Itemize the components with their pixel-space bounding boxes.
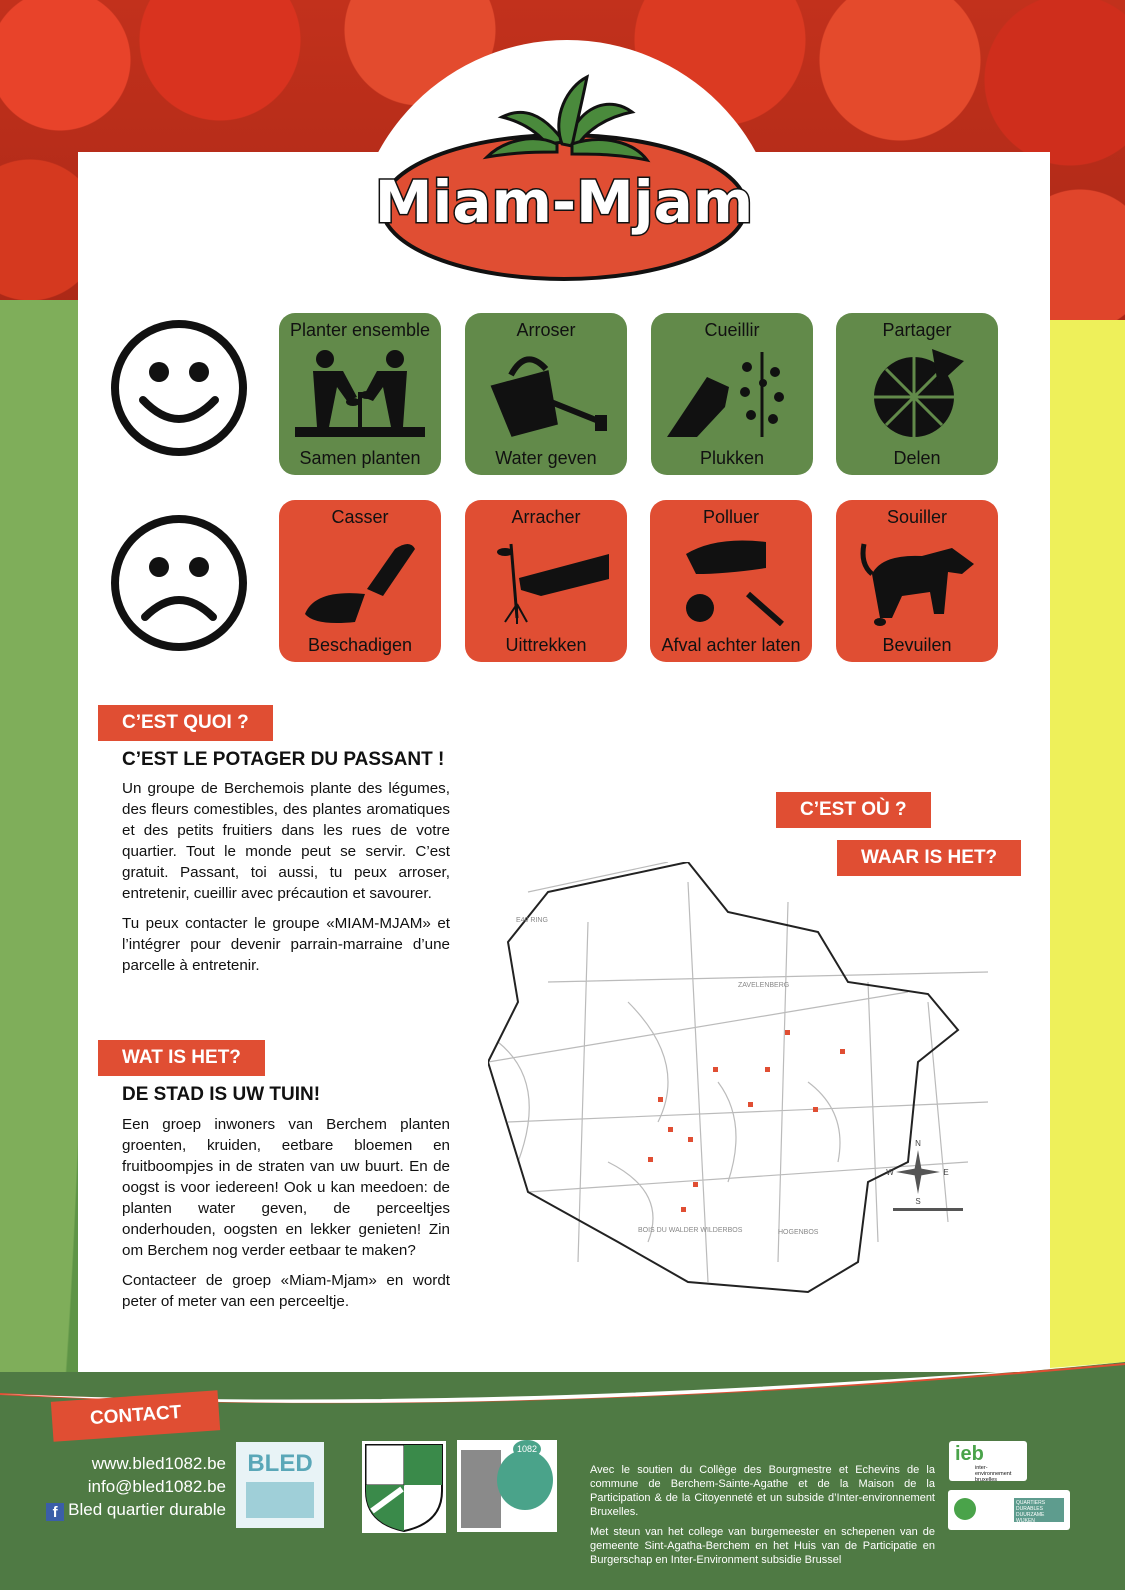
tile-partager: Partager Delen: [836, 313, 998, 475]
neighbourhood-map: E40 RING ZAVELENBERG BOIS DU WALDER WILD…: [486, 860, 1025, 1300]
tile-label-nl: Afval achter laten: [661, 635, 801, 655]
pizza-icon: [852, 347, 982, 439]
tile-label-nl: Water geven: [495, 448, 597, 468]
title-nl: DE STAD IS UW TUIN!: [122, 1084, 321, 1105]
paragraph: Contacteer de groep «Miam-Mjam» en wordt…: [122, 1272, 450, 1310]
title-fr: C’EST LE POTAGER DU PASSANT !: [122, 749, 445, 770]
map-label-zavelenberg: ZAVELENBERG: [738, 982, 789, 989]
littering-icon: [666, 534, 796, 627]
dog-fouling-icon: [852, 534, 982, 626]
facebook-label: Bled quartier durable: [68, 1500, 226, 1519]
compass-s: S: [915, 1197, 920, 1206]
tile-label-fr: Cueillir: [704, 320, 760, 340]
paragraph: Een groep inwoners van Berchem planten g…: [122, 1116, 450, 1259]
tile-label-nl: Bevuilen: [882, 635, 952, 655]
ieb-logo: ieb inter-environnement bruxelles: [949, 1441, 1027, 1483]
uprooting-icon: [481, 534, 611, 626]
tile-label-fr: Planter ensemble: [289, 320, 431, 340]
ieb-logo-sub: inter-environnement bruxelles: [975, 1465, 1012, 1483]
tag-cest-quoi: C’EST QUOI ?: [98, 705, 273, 741]
text-fr: Un groupe de Berchemois plante des légum…: [122, 778, 450, 985]
tag-cest-ou: C’EST OÙ ?: [776, 792, 931, 828]
map-label-bois: BOIS DU WALDER WILDERBOS: [638, 1227, 743, 1234]
map-label-hogenbos: HOGENBOS: [778, 1229, 819, 1236]
email-link[interactable]: info@bled1082.be: [30, 1475, 226, 1498]
quartiers-durables-logo: QUARTIERS DURABLES DUURZAME WIJKEN: [948, 1490, 1070, 1530]
tile-planter-ensemble: Planter ensemble Samen planten: [279, 313, 441, 475]
facebook-link[interactable]: f Bled quartier durable: [30, 1498, 226, 1521]
compass-w: W: [886, 1168, 894, 1177]
zucchini-photo-left: [0, 300, 80, 1400]
map-label-e40: E40 RING: [516, 917, 548, 924]
tile-label-fr: Arroser: [516, 320, 576, 340]
bled-logo: BLED: [236, 1442, 324, 1528]
sponsor-fr: Avec le soutien du Collège des Bourgmest…: [590, 1464, 935, 1518]
tile-label-nl: Plukken: [699, 448, 765, 468]
sad-face-icon: [109, 513, 249, 653]
tile-arroser: Arroser Water geven: [465, 313, 627, 475]
ieb-logo-text: ieb: [955, 1443, 984, 1465]
tile-label-fr: Casser: [331, 507, 389, 527]
compass-icon: N S E W: [886, 1139, 948, 1206]
tile-label-nl: Uittrekken: [505, 635, 587, 655]
miam-mjam-logo: Miam-Mjam: [372, 72, 757, 282]
paragraph: Tu peux contacter le groupe «MIAM-MJAM» …: [122, 915, 450, 974]
facebook-icon: f: [46, 1503, 65, 1521]
compass-n: N: [915, 1139, 921, 1148]
paragraph: Un groupe de Berchemois plante des légum…: [122, 780, 450, 902]
quartiers-label: QUARTIERS DURABLES DUURZAME WIJKEN: [1014, 1498, 1064, 1524]
tag-wat-is-het: WAT IS HET?: [98, 1040, 265, 1076]
tile-label-fr: Polluer: [702, 507, 760, 527]
tile-cueillir: Cueillir Plukken: [651, 313, 813, 475]
tile-label-fr: Arracher: [511, 507, 581, 527]
logo-text: Miam-Mjam: [375, 168, 753, 236]
contact-info: www.bled1082.be info@bled1082.be f Bled q…: [30, 1452, 226, 1521]
tile-label-fr: Souiller: [886, 507, 948, 527]
planting-icon: [295, 347, 425, 439]
website-link[interactable]: www.bled1082.be: [30, 1452, 226, 1475]
picking-icon: [667, 347, 797, 439]
tile-label-fr: Partager: [882, 320, 952, 340]
maison-badge: 1082: [513, 1440, 541, 1458]
broken-zucchini-icon: [295, 534, 425, 626]
tile-polluer: Polluer Afval achter laten: [650, 500, 812, 662]
tile-casser: Casser Beschadigen: [279, 500, 441, 662]
sponsor-nl: Met steun van het college van burgemeest…: [590, 1526, 935, 1566]
tile-arracher: Arracher Uittrekken: [465, 500, 627, 662]
sponsor-text: Avec le soutien du Collège des Bourgmest…: [590, 1463, 935, 1573]
berchem-coat-of-arms: [362, 1441, 446, 1533]
maison-participation-logo: 1082: [457, 1440, 557, 1532]
tile-label-nl: Delen: [893, 448, 941, 468]
tile-label-nl: Samen planten: [299, 448, 421, 468]
text-nl: Een groep inwoners van Berchem planten g…: [122, 1114, 450, 1321]
tile-souiller: Souiller Bevuilen: [836, 500, 998, 662]
tile-label-nl: Beschadigen: [307, 635, 413, 655]
bled-logo-text: BLED: [247, 1450, 313, 1477]
happy-face-icon: [109, 318, 249, 458]
watering-can-icon: [481, 347, 611, 439]
compass-e: E: [943, 1168, 948, 1177]
